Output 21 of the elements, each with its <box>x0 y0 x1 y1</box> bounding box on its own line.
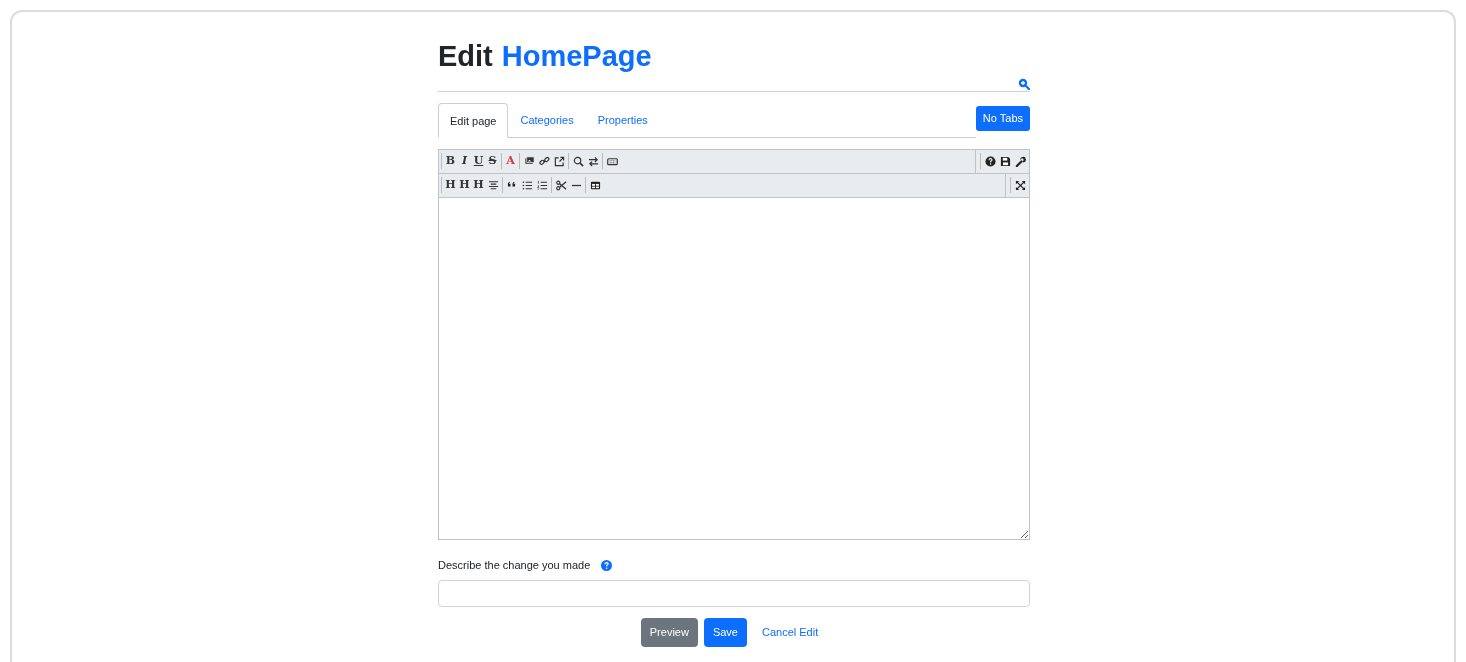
save-button[interactable]: Save <box>703 618 747 647</box>
field-label: Describe the change you made <box>438 557 591 573</box>
tab[interactable]: Properties <box>585 103 660 137</box>
format-button[interactable]: H <box>473 177 484 194</box>
tab[interactable]: Edit page <box>438 103 509 138</box>
cancel-link[interactable]: Cancel Edit <box>752 618 828 647</box>
format-button[interactable]: I <box>459 153 470 170</box>
heading-text: Edit <box>438 40 493 72</box>
zoom-in-icon[interactable] <box>1018 78 1030 91</box>
no-tabs-button[interactable]: No Tabs <box>975 106 1030 131</box>
format-button[interactable]: A <box>505 153 516 170</box>
page-link[interactable]: HomePage <box>501 40 652 72</box>
format-button[interactable]: B <box>445 153 456 170</box>
help-icon[interactable] <box>984 153 996 170</box>
format-button[interactable]: H <box>445 177 456 194</box>
preview-button[interactable]: Preview <box>640 618 698 647</box>
format-button[interactable]: S <box>487 153 498 170</box>
tab[interactable]: Categories <box>508 103 586 137</box>
format-button[interactable]: U <box>473 153 484 170</box>
format-button[interactable]: H <box>459 177 470 194</box>
change-input-field[interactable] <box>438 580 1030 608</box>
